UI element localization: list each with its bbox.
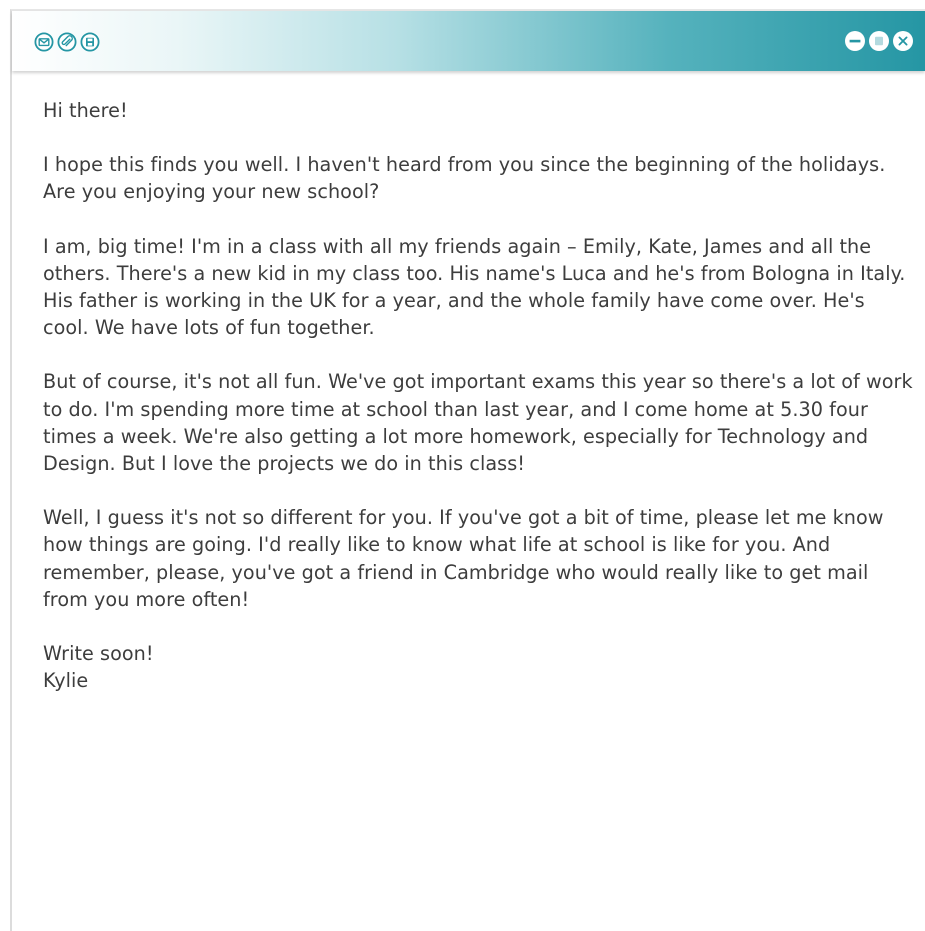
window-controls	[844, 30, 914, 52]
email-body: Hi there! I hope this finds you well. I …	[43, 97, 913, 694]
save-icon[interactable]	[80, 32, 100, 52]
window-titlebar	[12, 11, 925, 71]
email-paragraph: I hope this finds you well. I haven't he…	[43, 153, 886, 204]
attach-icon[interactable]	[57, 32, 77, 52]
email-window: Hi there! I hope this finds you well. I …	[10, 9, 925, 931]
email-greeting: Hi there!	[43, 99, 128, 122]
email-closing: Write soon!	[43, 642, 154, 666]
toolbar-left	[34, 32, 100, 52]
email-paragraph: But of course, it's not all fun. We've g…	[43, 370, 913, 476]
close-icon[interactable]	[892, 30, 914, 52]
mail-icon[interactable]	[34, 32, 54, 52]
maximize-icon[interactable]	[868, 30, 890, 52]
minimize-icon[interactable]	[844, 30, 866, 52]
email-paragraph: Well, I guess it's not so different for …	[43, 506, 884, 611]
email-paragraph: I am, big time! I'm in a class with all …	[43, 234, 906, 340]
email-signature: Kylie	[43, 669, 89, 693]
